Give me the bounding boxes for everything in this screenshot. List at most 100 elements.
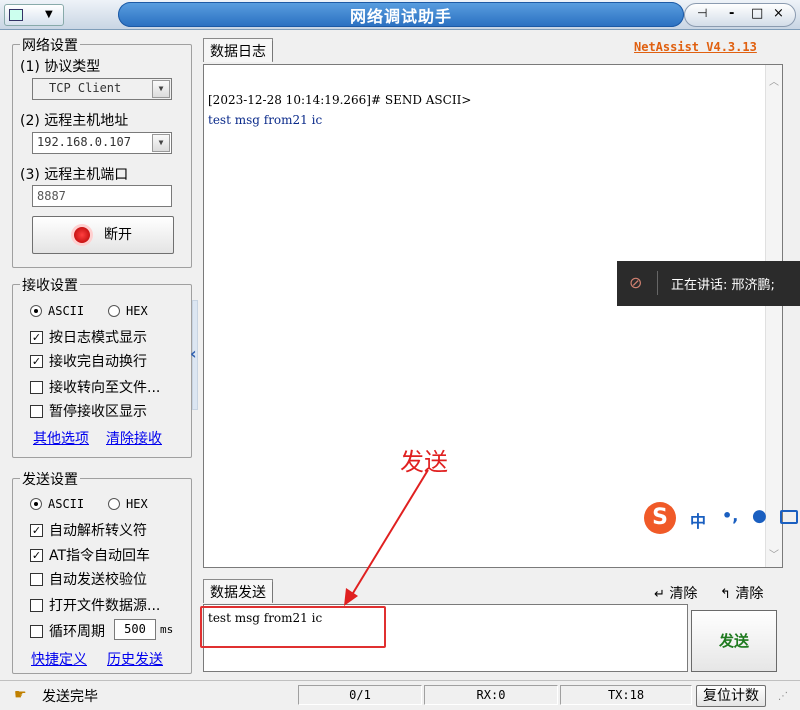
tab-data-send[interactable]: 数据发送 — [203, 579, 273, 603]
log-line: test msg from21 ic — [208, 113, 323, 127]
punctuation-icon[interactable]: •, — [722, 506, 738, 525]
window-title: 网络调试助手 — [349, 7, 452, 26]
checkbox-checked-icon: ✓ — [30, 330, 43, 344]
checkbox-icon — [30, 404, 43, 418]
send-hex-radio[interactable]: HEX — [108, 497, 148, 511]
radio-icon — [108, 305, 120, 317]
tx-counter: TX:18 — [560, 685, 692, 705]
version-link[interactable]: NetAssist V4.3.13 — [634, 40, 757, 54]
chevron-down-icon[interactable]: ▼ — [152, 134, 170, 152]
annotation-arrow — [344, 469, 429, 606]
pause-display-label: 暂停接收区显示 — [49, 404, 147, 420]
chevron-down-icon[interactable]: ▼ — [152, 80, 170, 98]
sogou-logo-icon: S — [644, 502, 676, 534]
page-counter: 0/1 — [298, 685, 422, 705]
checkbox-icon — [30, 380, 43, 394]
history-send-link[interactable]: 历史发送 — [107, 649, 163, 669]
ime-mode-label[interactable]: 中 — [690, 508, 706, 532]
checkbox-checked-icon: ✓ — [30, 548, 43, 562]
window-controls: ⊣ - □ × — [684, 3, 796, 27]
host-value: 192.168.0.107 — [37, 135, 131, 149]
connection-status-icon — [74, 227, 90, 243]
checkbox-checked-icon: ✓ — [30, 354, 43, 368]
receive-ascii-radio[interactable]: ASCII — [30, 304, 84, 318]
radio-icon — [30, 305, 42, 317]
send-hex-label: HEX — [126, 497, 148, 511]
file-source-label: 打开文件数据源... — [49, 598, 161, 614]
disconnect-label: 断开 — [104, 227, 132, 243]
shortcut-link[interactable]: 快捷定义 — [31, 649, 87, 669]
clear-receive-link[interactable]: 清除接收 — [106, 428, 162, 448]
network-settings-legend: 网络设置 — [20, 35, 80, 55]
receive-hex-radio[interactable]: HEX — [108, 304, 148, 318]
reset-count-button[interactable]: 复位计数 — [696, 685, 766, 707]
log-scrollbar[interactable]: ︿ ﹀ — [765, 65, 782, 567]
minimize-button[interactable]: - — [729, 6, 734, 21]
speaking-indicator: ⊘ 正在讲话: 邢济鹏; — [617, 261, 800, 306]
clear-all-label: 清除 — [735, 586, 764, 602]
keyboard-icon[interactable] — [780, 510, 798, 524]
auto-newline-label: 接收完自动换行 — [49, 354, 147, 370]
log-line: [2023-12-28 10:14:19.266]# SEND ASCII> — [208, 93, 472, 107]
disconnect-button[interactable]: 断开 — [32, 216, 174, 254]
title-bar: ▼ 网络调试助手 ⊣ - □ × — [0, 0, 800, 30]
collapse-arrow-icon[interactable]: ‹ — [190, 344, 197, 363]
receive-settings-legend: 接收设置 — [20, 275, 80, 295]
pin-icon[interactable]: ⊣ — [697, 6, 707, 20]
receive-hex-label: HEX — [126, 304, 148, 318]
tab-data-log[interactable]: 数据日志 — [203, 38, 273, 62]
port-label: (3) 远程主机端口 — [20, 167, 129, 183]
system-menu[interactable]: ▼ — [4, 4, 64, 26]
loop-period-input[interactable]: 500 — [114, 619, 156, 640]
loop-period-label: 循环周期 — [49, 624, 105, 640]
scroll-down-icon[interactable]: ﹀ — [769, 546, 779, 561]
rx-counter: RX:0 — [424, 685, 558, 705]
send-button[interactable]: 发送 — [691, 610, 777, 672]
chevron-down-icon: ▼ — [45, 9, 53, 20]
checkbox-icon — [30, 624, 43, 638]
at-auto-cr-checkbox[interactable]: ✓ AT指令自动回车 — [30, 545, 150, 565]
parse-escape-checkbox[interactable]: ✓ 自动解析转义符 — [30, 520, 147, 540]
clear-send-button[interactable]: ↵ 清除 — [654, 583, 697, 603]
pause-display-checkbox[interactable]: 暂停接收区显示 — [30, 401, 147, 421]
loop-period-checkbox[interactable]: 循环周期 — [30, 621, 105, 641]
auto-checksum-checkbox[interactable]: 自动发送校验位 — [30, 569, 147, 589]
send-ascii-label: ASCII — [48, 497, 85, 511]
at-auto-cr-label: AT指令自动回车 — [49, 548, 151, 564]
checkbox-checked-icon: ✓ — [30, 523, 43, 537]
clear-icon: ↵ — [654, 587, 665, 602]
auto-newline-checkbox[interactable]: ✓ 接收完自动换行 — [30, 351, 147, 371]
host-label: (2) 远程主机地址 — [20, 113, 129, 129]
checkbox-icon — [30, 598, 43, 612]
divider — [657, 271, 658, 295]
checkbox-icon — [30, 572, 43, 586]
send-ascii-radio[interactable]: ASCII — [30, 497, 84, 511]
host-select[interactable]: 192.168.0.107 ▼ — [32, 132, 172, 154]
hand-icon: ☛ — [14, 687, 27, 703]
other-options-link[interactable]: 其他选项 — [33, 428, 89, 448]
resize-grip-icon[interactable]: ⋰ — [778, 691, 788, 702]
microphone-icon[interactable]: ● — [752, 506, 767, 526]
speaking-text: 正在讲话: 邢济鹏; — [671, 278, 775, 293]
parse-escape-label: 自动解析转义符 — [49, 523, 147, 539]
receive-to-file-checkbox[interactable]: 接收转向至文件... — [30, 377, 160, 397]
send-settings-legend: 发送设置 — [20, 469, 80, 489]
scroll-up-icon[interactable]: ︿ — [769, 73, 779, 88]
log-mode-checkbox[interactable]: ✓ 按日志模式显示 — [30, 327, 147, 347]
annotation-highlight-box — [200, 606, 386, 648]
maximize-button[interactable]: □ — [751, 6, 763, 21]
close-button[interactable]: × — [773, 6, 784, 21]
ime-toolbar[interactable]: S 中 •, ● — [642, 500, 800, 536]
status-message: 发送完毕 — [42, 689, 98, 705]
protocol-value: TCP Client — [49, 81, 122, 95]
protocol-select[interactable]: TCP Client ▼ — [32, 78, 172, 100]
log-mode-label: 按日志模式显示 — [49, 330, 147, 346]
radio-icon — [108, 498, 120, 510]
clear-all-button[interactable]: ↰ 清除 — [720, 583, 763, 603]
receive-ascii-label: ASCII — [48, 304, 85, 318]
file-source-checkbox[interactable]: 打开文件数据源... — [30, 595, 160, 615]
receive-to-file-label: 接收转向至文件... — [49, 380, 161, 396]
loop-unit-label: ms — [160, 623, 174, 636]
port-input[interactable]: 8887 — [32, 185, 172, 207]
data-log-area[interactable]: [2023-12-28 10:14:19.266]# SEND ASCII> t… — [203, 64, 783, 568]
